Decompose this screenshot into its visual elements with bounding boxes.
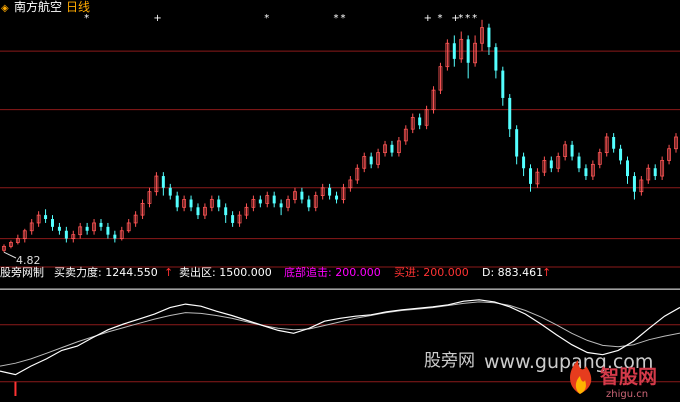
candle-body <box>57 226 61 231</box>
legend-d: D: 883.461 <box>482 266 543 279</box>
candle-body <box>272 195 276 204</box>
signal-marker: * <box>334 13 339 24</box>
candle-body <box>168 187 172 196</box>
legend-force-arrow: ↑ <box>164 266 173 279</box>
candle-body <box>508 97 512 130</box>
candle-body <box>577 156 581 169</box>
candle-body <box>113 234 117 239</box>
candle-body <box>466 39 470 63</box>
candle-body <box>653 168 657 177</box>
candle-body <box>418 117 422 126</box>
legend-bottom-chase: 底部追击: 200.000 <box>284 265 381 279</box>
candle-body <box>529 168 533 184</box>
brand-logo-text: 智股网 <box>600 365 657 388</box>
legend-sell-zone: 卖出区: 1500.000 <box>179 265 272 279</box>
candle-body <box>584 168 588 177</box>
candle-body <box>494 47 498 71</box>
candle-body <box>570 144 574 157</box>
candle-body <box>632 176 636 192</box>
candle-body <box>390 144 394 153</box>
candle-layer <box>2 19 678 259</box>
kline-chart: * + * * * + * +* * * ◈ 南方航空 日线 4.82 股旁网制 买卖力度: 12… <box>0 0 680 400</box>
candle-body <box>328 187 332 196</box>
candle-body <box>452 43 456 59</box>
candle-body <box>85 226 89 231</box>
legend-force: 买卖力度: 1244.550 <box>54 265 158 279</box>
candle-body <box>300 191 304 200</box>
indicator-title: 股旁网制 <box>0 265 44 279</box>
candle-body <box>307 199 311 208</box>
low-price-leader <box>3 251 17 259</box>
stock-name: 南方航空 <box>14 0 62 14</box>
candle-body <box>501 70 505 98</box>
candle-body <box>335 195 339 200</box>
diamond-icon: ◈ <box>1 3 9 14</box>
candle-body <box>217 199 221 208</box>
candle-body <box>44 215 48 220</box>
signal-marker: * <box>340 13 345 24</box>
candle-body <box>196 207 200 216</box>
candle-body <box>369 156 373 165</box>
candle-body <box>161 176 165 188</box>
candle-body <box>64 230 68 239</box>
candle-body <box>175 195 179 208</box>
candle-body <box>224 207 228 216</box>
signal-marker: * <box>458 13 463 24</box>
legend-buy: 买进: 200.000 <box>394 266 469 279</box>
signal-marker: + <box>424 13 432 24</box>
candle-body <box>258 199 262 204</box>
signal-marker: * <box>437 13 442 24</box>
candle-body <box>231 215 235 223</box>
brand-url: zhigu.cn <box>606 389 648 400</box>
candle-body <box>549 160 553 169</box>
watermark-text: 股旁网 <box>424 351 475 371</box>
candle-body <box>279 203 283 208</box>
signal-marker: * <box>264 13 269 24</box>
period-label: 日线 <box>66 0 90 14</box>
candle-body <box>487 27 491 48</box>
candle-body <box>515 129 519 157</box>
signal-marker: + <box>153 13 161 24</box>
signal-marker: * <box>84 13 89 24</box>
candle-body <box>522 156 526 169</box>
candle-body <box>189 199 193 208</box>
legend-d-arrow: ↑ <box>542 266 551 279</box>
signal-marker-layer: * + * * * + * +* * * <box>84 13 477 24</box>
signal-marker: * <box>472 13 477 24</box>
candle-body <box>612 137 616 149</box>
signal-marker: * <box>465 13 470 24</box>
candle-body <box>619 148 623 161</box>
candle-body <box>50 219 54 227</box>
candle-body <box>99 222 103 227</box>
candle-body <box>626 160 630 177</box>
grid-layer <box>0 50 680 383</box>
candle-body <box>106 226 110 235</box>
